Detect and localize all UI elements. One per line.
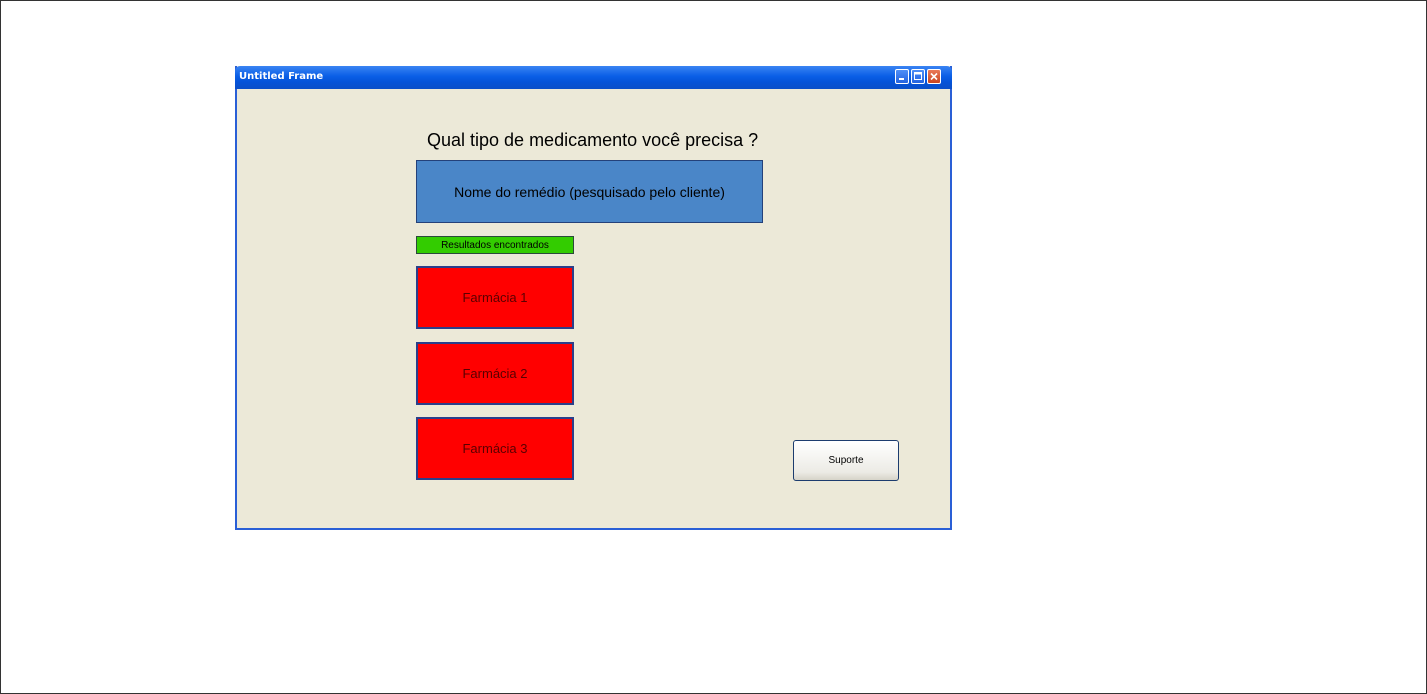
pharmacy-item-1[interactable]: Farmácia 1 bbox=[416, 266, 574, 329]
maximize-icon bbox=[914, 72, 922, 80]
results-found-label: Resultados encontrados bbox=[416, 236, 574, 254]
close-icon bbox=[930, 72, 938, 81]
support-button[interactable]: Suporte bbox=[793, 440, 899, 481]
pharmacy-label: Farmácia 1 bbox=[462, 290, 528, 305]
window-title: Untitled Frame bbox=[239, 71, 324, 82]
minimize-button[interactable] bbox=[895, 69, 909, 84]
question-heading: Qual tipo de medicamento você precisa ? bbox=[427, 130, 759, 150]
close-button[interactable] bbox=[927, 69, 941, 84]
pharmacy-item-3[interactable]: Farmácia 3 bbox=[416, 417, 574, 480]
search-field-text: Nome do remédio (pesquisado pelo cliente… bbox=[454, 183, 725, 200]
title-bar[interactable]: Untitled Frame bbox=[235, 66, 952, 89]
pharmacy-item-2[interactable]: Farmácia 2 bbox=[416, 342, 574, 405]
maximize-button[interactable] bbox=[911, 69, 925, 84]
pharmacy-label: Farmácia 3 bbox=[462, 441, 528, 456]
minimize-icon bbox=[899, 78, 904, 80]
medicine-search-field[interactable]: Nome do remédio (pesquisado pelo cliente… bbox=[416, 160, 763, 223]
pharmacy-label: Farmácia 2 bbox=[462, 366, 528, 381]
app-window: Untitled Frame Qual tipo de medicamento … bbox=[235, 66, 952, 530]
